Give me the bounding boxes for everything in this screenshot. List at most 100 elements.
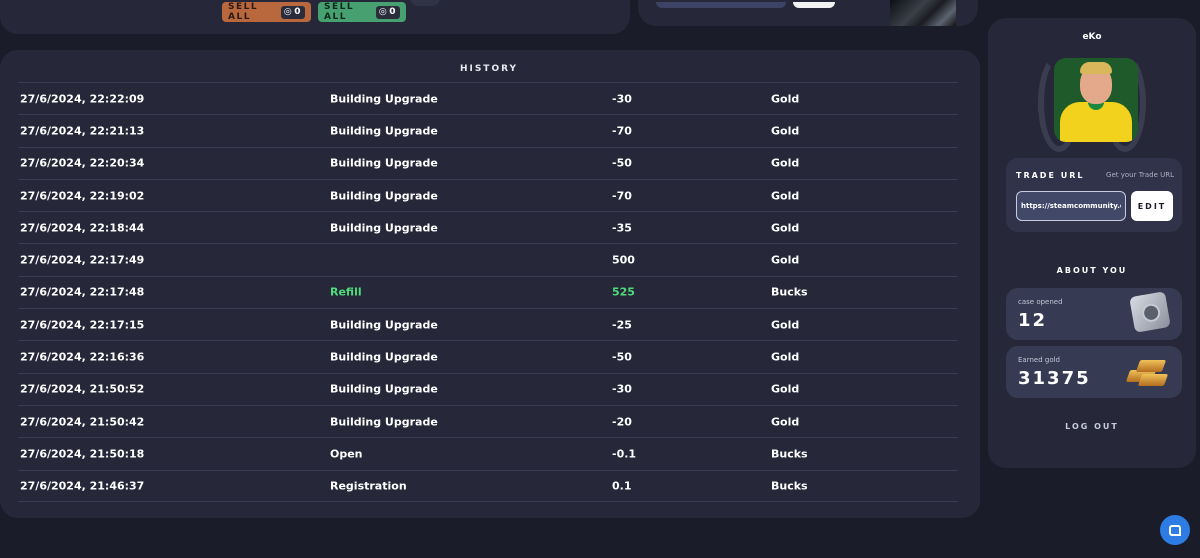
input-edge[interactable]: [656, 2, 786, 8]
sell-count-badge: ◎ 0: [280, 5, 305, 19]
row-date: 27/6/2024, 21:50:52: [20, 382, 145, 396]
profile-panel: eKo TRADE URL Get your Trade URL EDIT AB…: [988, 18, 1196, 468]
row-type: Building Upgrade: [330, 92, 438, 106]
inventory-panel: SELL ALL ◎ 0 SELL ALL ◎ 0: [0, 0, 630, 34]
row-currency: Gold: [771, 221, 800, 235]
row-date: 27/6/2024, 22:17:48: [20, 285, 145, 299]
logout-button[interactable]: LOG OUT: [988, 422, 1196, 431]
button-edge[interactable]: [793, 2, 835, 8]
stat-value: 12: [1018, 310, 1048, 331]
row-amount: -20: [612, 415, 632, 429]
history-table: 27/6/2024, 22:22:09 Building Upgrade -30 Go…: [18, 82, 958, 502]
row-currency: Bucks: [771, 479, 808, 493]
stat-value: 31375: [1018, 368, 1091, 389]
row-date: 27/6/2024, 22:18:44: [20, 221, 145, 235]
table-row: 27/6/2024, 22:18:44 Building Upgrade -35 Go…: [18, 211, 958, 243]
row-type: Open: [330, 447, 363, 461]
safe-icon: [1129, 291, 1171, 333]
row-amount: -70: [612, 124, 632, 138]
row-date: 27/6/2024, 22:17:49: [20, 253, 145, 267]
preview-image: [890, 0, 956, 26]
row-currency: Gold: [771, 124, 800, 138]
about-you-title: ABOUT YOU: [1056, 266, 1128, 275]
row-amount: 0.1: [612, 479, 632, 493]
row-type: Building Upgrade: [330, 124, 438, 138]
trade-url-label: TRADE URL: [1016, 171, 1085, 180]
table-row: 27/6/2024, 21:50:18 Open -0.1 Bucks: [18, 437, 958, 469]
row-amount: -30: [612, 382, 632, 396]
coin-icon: ◎: [378, 7, 389, 17]
username: eKo: [1082, 32, 1102, 42]
table-row: 27/6/2024, 22:19:02 Building Upgrade -70 Go…: [18, 178, 958, 211]
panel-edge: [410, 0, 440, 6]
avatar[interactable]: [1054, 58, 1138, 142]
sell-count: 0: [389, 7, 397, 17]
row-amount: -0.1: [612, 447, 637, 461]
row-amount: -50: [612, 350, 632, 364]
table-row: 27/6/2024, 22:22:09 Building Upgrade -30 Go…: [18, 82, 958, 114]
row-type: Registration: [330, 479, 407, 493]
stat-label: Earned gold: [1018, 356, 1060, 364]
row-currency: Gold: [771, 318, 800, 332]
table-row: 27/6/2024, 22:17:48 Refill 525 Bucks: [18, 275, 958, 308]
row-type: Building Upgrade: [330, 350, 438, 364]
row-type: Building Upgrade: [330, 156, 438, 170]
stat-card-gold: Earned gold 31375: [1006, 346, 1182, 398]
history-panel: HISTORY 27/6/2024, 22:22:09 Building Upgr…: [0, 50, 980, 518]
edit-button[interactable]: EDIT: [1131, 191, 1173, 221]
row-amount: -35: [612, 221, 632, 235]
row-date: 27/6/2024, 22:16:36: [20, 350, 145, 364]
row-type: Building Upgrade: [330, 415, 438, 429]
row-type: Building Upgrade: [330, 221, 438, 235]
row-currency: Gold: [771, 382, 800, 396]
row-date: 27/6/2024, 22:21:13: [20, 124, 145, 138]
sell-all-label: SELL ALL: [228, 2, 259, 22]
row-currency: Bucks: [771, 285, 808, 299]
row-date: 27/6/2024, 21:46:37: [20, 479, 145, 493]
stat-label: case opened: [1018, 298, 1063, 306]
row-date: 27/6/2024, 21:50:18: [20, 447, 145, 461]
history-title: HISTORY: [459, 64, 519, 74]
row-currency: Gold: [771, 350, 800, 364]
table-row: 27/6/2024, 22:17:49 500 Gold: [18, 243, 958, 275]
sell-count-badge: ◎ 0: [375, 5, 400, 19]
row-date: 27/6/2024, 21:50:42: [20, 415, 145, 429]
sell-count: 0: [294, 7, 302, 17]
row-amount: -70: [612, 189, 632, 203]
row-currency: Gold: [771, 156, 800, 170]
row-amount: -30: [612, 92, 632, 106]
row-currency: Gold: [771, 189, 800, 203]
row-currency: Gold: [771, 415, 800, 429]
row-currency: Gold: [771, 253, 800, 267]
row-currency: Bucks: [771, 447, 808, 461]
table-row: 27/6/2024, 22:20:34 Building Upgrade -50 Go…: [18, 146, 958, 179]
row-amount: -50: [612, 156, 632, 170]
sell-all-label: SELL ALL: [324, 2, 355, 22]
get-trade-url-link[interactable]: Get your Trade URL: [1106, 171, 1174, 179]
gold-bars-icon: [1124, 354, 1169, 390]
row-amount: 525: [612, 285, 635, 299]
table-row: 27/6/2024, 22:21:13 Building Upgrade -70 Go…: [18, 114, 958, 146]
sell-all-button-green[interactable]: SELL ALL ◎ 0: [318, 2, 406, 22]
trade-url-input[interactable]: [1016, 191, 1126, 221]
row-date: 27/6/2024, 22:20:34: [20, 156, 145, 170]
row-date: 27/6/2024, 22:19:02: [20, 189, 145, 203]
trade-url-box: TRADE URL Get your Trade URL EDIT: [1006, 158, 1182, 232]
table-row: 27/6/2024, 21:50:52 Building Upgrade -30 Go…: [18, 372, 958, 405]
row-date: 27/6/2024, 22:17:15: [20, 318, 145, 332]
row-amount: 500: [612, 253, 635, 267]
sell-all-button-orange[interactable]: SELL ALL ◎ 0: [222, 2, 311, 22]
row-currency: Gold: [771, 92, 800, 106]
row-type: Building Upgrade: [330, 189, 438, 203]
row-type: Building Upgrade: [330, 382, 438, 396]
stat-card-cases: case opened 12: [1006, 288, 1182, 340]
table-row: 27/6/2024, 21:50:42 Building Upgrade -20 Go…: [18, 404, 958, 437]
chat-icon: [1169, 524, 1181, 536]
avatar-frame: [1032, 50, 1152, 152]
coin-icon: ◎: [283, 7, 294, 17]
row-type: Building Upgrade: [330, 318, 438, 332]
row-amount: -25: [612, 318, 632, 332]
table-row: 27/6/2024, 22:16:36 Building Upgrade -50 Go…: [18, 340, 958, 372]
table-row: 27/6/2024, 21:46:37 Registration 0.1 Bucks: [18, 469, 958, 502]
chat-button[interactable]: [1160, 515, 1190, 545]
